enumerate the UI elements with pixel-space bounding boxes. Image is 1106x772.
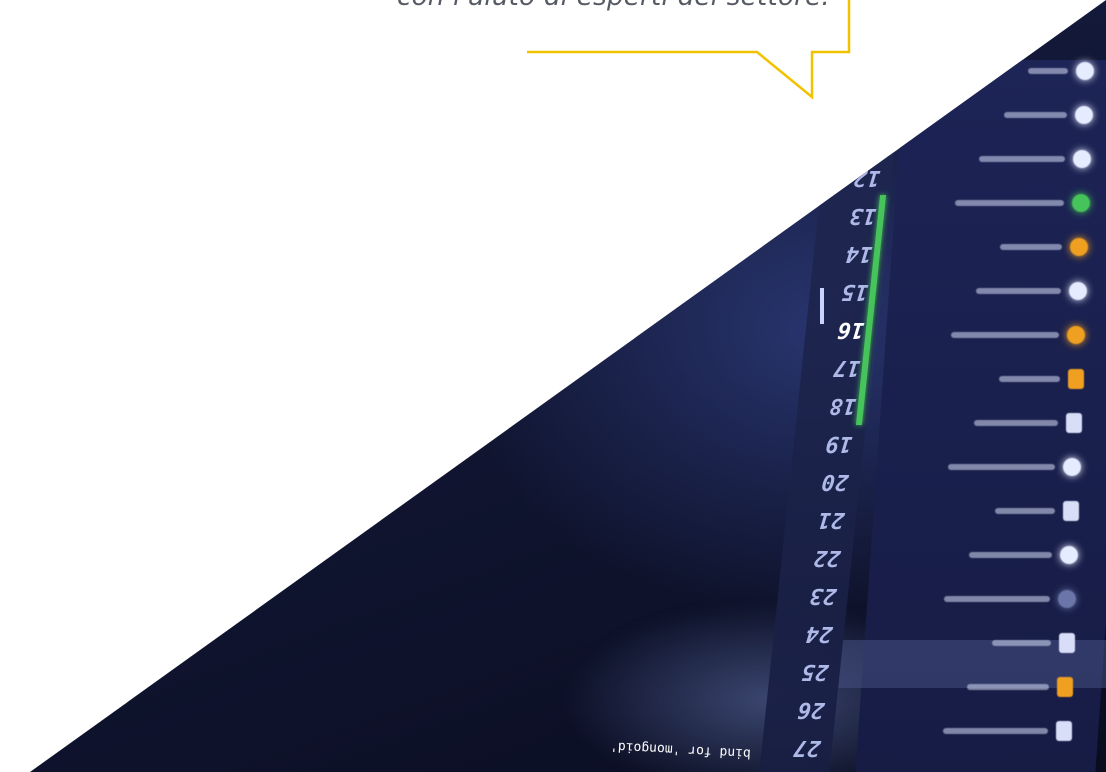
- file-name-blur: [979, 156, 1065, 162]
- file-tree-item[interactable]: [1028, 60, 1094, 82]
- file-name-blur: [974, 420, 1058, 426]
- file-name-blur: [991, 640, 1051, 646]
- file-name-blur: [968, 552, 1052, 558]
- line-number: 23: [808, 583, 838, 608]
- file-name-blur: [954, 200, 1064, 206]
- line-number: 20: [820, 469, 850, 494]
- page: con l'aiuto di esperti del settore. 12 13…: [0, 0, 1106, 772]
- file-icon: [1067, 369, 1084, 389]
- file-tree-item[interactable]: [967, 676, 1073, 698]
- file-name-blur: [1003, 112, 1067, 118]
- file-icon: [1057, 677, 1073, 697]
- file-tree-item[interactable]: [979, 148, 1091, 170]
- line-number: 27: [792, 735, 822, 760]
- line-number: 12: [851, 165, 882, 190]
- folder-icon: [1067, 326, 1085, 344]
- line-number: 21: [816, 507, 846, 532]
- line-number: 13: [847, 203, 878, 228]
- line-number: 22: [812, 545, 842, 570]
- folder-icon: [1070, 238, 1088, 256]
- file-name-blur: [942, 728, 1048, 734]
- line-number: 17: [832, 355, 862, 380]
- file-tree-item[interactable]: [951, 324, 1085, 346]
- file-name-blur: [951, 332, 1059, 338]
- file-name-blur: [967, 684, 1049, 690]
- file-tree-item[interactable]: [991, 632, 1075, 654]
- code-line: Should: [744, 131, 820, 164]
- file-tree-item[interactable]: [1000, 236, 1088, 258]
- file-tree-item[interactable]: [998, 368, 1084, 390]
- folder-icon: [1073, 150, 1091, 168]
- code-line: with.test: [706, 51, 820, 88]
- file-name-blur: [1000, 244, 1062, 250]
- folder-icon: [1074, 106, 1093, 124]
- file-tree-item[interactable]: [1003, 104, 1093, 126]
- line-number: 16: [836, 317, 866, 342]
- file-tree-item[interactable]: [944, 588, 1076, 610]
- file-name-blur: [1028, 68, 1068, 74]
- code-editor: Shouldconfig.with.testwith.libraryendend…: [30, 0, 820, 258]
- folder-icon: [1071, 194, 1090, 212]
- line-number: 19: [824, 431, 854, 456]
- file-tree-item[interactable]: [975, 280, 1087, 302]
- file-tree-item[interactable]: [968, 544, 1078, 566]
- folder-icon: [1059, 546, 1078, 564]
- text-cursor: [820, 288, 824, 324]
- code-editor-photo: 1213141516171819202122232425262728 Shoul…: [30, 0, 1106, 772]
- file-name-blur: [947, 464, 1055, 470]
- file-name-blur: [998, 376, 1060, 382]
- folder-icon: [1068, 282, 1087, 300]
- file-name-blur: [944, 596, 1050, 602]
- code-line: with.library: [668, 11, 820, 52]
- line-number: 18: [828, 393, 858, 418]
- file-tree-item[interactable]: [954, 192, 1090, 214]
- line-number: 15: [839, 279, 870, 304]
- line-number: 26: [796, 697, 826, 722]
- code-pane: Shouldconfig.with.testwith.libraryendend…: [200, 0, 820, 229]
- file-icon: [1058, 633, 1075, 653]
- file-tree-item[interactable]: [974, 412, 1082, 434]
- file-tree-item[interactable]: [942, 720, 1072, 742]
- file-name-blur: [995, 508, 1055, 514]
- file-icon: [1063, 501, 1079, 521]
- line-number: 14: [843, 241, 874, 266]
- line-number: 24: [804, 621, 834, 646]
- file-tree-item[interactable]: [995, 500, 1079, 522]
- folder-icon: [1076, 62, 1094, 80]
- file-name-blur: [975, 288, 1061, 294]
- folder-icon: [1062, 458, 1081, 476]
- file-icon: [1055, 721, 1072, 741]
- file-icon: [1066, 413, 1082, 433]
- file-tree-item[interactable]: [947, 456, 1081, 478]
- folder-icon: [1058, 590, 1076, 608]
- code-line: config.: [731, 91, 820, 125]
- quote-text: con l'aiuto di esperti del settore.: [230, 0, 830, 12]
- line-number: 25: [800, 659, 830, 684]
